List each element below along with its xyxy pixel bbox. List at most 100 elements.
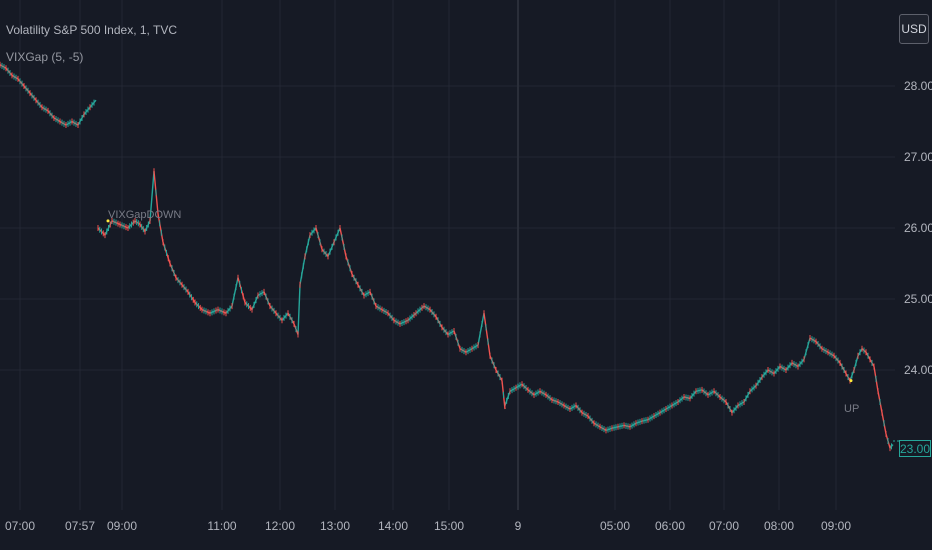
price-segment bbox=[459, 348, 467, 353]
price-segment bbox=[363, 291, 371, 297]
price-chart[interactable]: 28.00 27.00 26.00 25.00 24.00 07:00 07:57 09:0… bbox=[0, 0, 932, 550]
price-segment bbox=[605, 427, 613, 432]
price-segment bbox=[635, 420, 643, 424]
price-segment bbox=[304, 234, 311, 257]
price-segment bbox=[713, 390, 721, 398]
x-tick-label: 12:00 bbox=[265, 519, 295, 533]
price-segment bbox=[671, 401, 679, 407]
price-segment bbox=[17, 78, 25, 87]
price-segment bbox=[35, 99, 43, 108]
price-segment bbox=[441, 326, 449, 335]
price-segment bbox=[5, 67, 13, 76]
price-segment bbox=[321, 248, 329, 257]
price-segment bbox=[563, 404, 571, 410]
price-segment bbox=[689, 390, 697, 399]
symbol-title[interactable]: Volatility S&P 500 Index, 1, TVC bbox=[6, 23, 177, 37]
price-segment bbox=[677, 396, 685, 403]
price-segment bbox=[465, 348, 473, 353]
price-segment bbox=[521, 383, 529, 391]
last-price-label: 23.00 bbox=[899, 440, 931, 457]
price-segment bbox=[175, 277, 183, 286]
price-segment bbox=[53, 117, 61, 123]
price-segment bbox=[287, 312, 295, 325]
price-segment bbox=[749, 385, 757, 392]
price-segment bbox=[357, 284, 365, 296]
price-segment bbox=[435, 316, 443, 328]
price-segment bbox=[719, 396, 727, 403]
chart-grid bbox=[0, 0, 895, 510]
price-segment bbox=[587, 415, 595, 424]
price-segment bbox=[761, 369, 769, 378]
price-segment bbox=[483, 313, 491, 356]
y-tick-label: 24.00 bbox=[904, 363, 932, 377]
price-segment bbox=[575, 405, 583, 414]
price-segment bbox=[821, 348, 829, 353]
price-segment bbox=[815, 341, 823, 350]
price-segment bbox=[707, 390, 715, 396]
price-segment bbox=[231, 277, 239, 307]
price-segment bbox=[315, 227, 323, 250]
y-tick-label: 28.00 bbox=[904, 79, 932, 93]
price-segment bbox=[59, 120, 67, 126]
price-segment bbox=[309, 227, 317, 236]
x-tick-label: 07:00 bbox=[5, 519, 35, 533]
price-segment bbox=[809, 337, 817, 343]
x-tick-label: 11:00 bbox=[207, 519, 236, 533]
price-segment bbox=[429, 309, 437, 318]
price-segment bbox=[0, 64, 7, 69]
currency-button[interactable]: USD bbox=[899, 14, 929, 44]
price-segment bbox=[297, 284, 301, 335]
price-segment bbox=[701, 389, 709, 396]
price-segment bbox=[471, 344, 479, 350]
y-tick-label: 27.00 bbox=[904, 150, 932, 164]
indicator-title[interactable]: VIXGap (5, -5) bbox=[6, 50, 83, 64]
price-segment bbox=[527, 389, 535, 396]
price-segment bbox=[623, 424, 631, 428]
x-tick-label: 13:00 bbox=[320, 519, 350, 533]
price-segment bbox=[381, 309, 389, 314]
price-segment bbox=[743, 390, 751, 403]
price-segment bbox=[581, 411, 589, 417]
price-segment bbox=[539, 390, 547, 396]
price-segment bbox=[611, 426, 619, 429]
time-axis[interactable]: 07:00 07:57 09:00 11:00 12:00 13:00 14:00 15:00… bbox=[5, 519, 851, 533]
price-axis[interactable]: 28.00 27.00 26.00 25.00 24.00 bbox=[904, 79, 932, 377]
price-segment bbox=[134, 220, 141, 226]
price-segment bbox=[509, 387, 517, 392]
price-segment bbox=[533, 390, 541, 396]
x-tick-label: 14:00 bbox=[378, 519, 408, 533]
x-tick-label: 07:57 bbox=[65, 519, 95, 533]
price-segment bbox=[695, 389, 703, 392]
price-segment bbox=[495, 369, 503, 381]
price-segment bbox=[731, 405, 739, 414]
price-segment bbox=[755, 376, 763, 387]
price-segment bbox=[665, 404, 673, 410]
price-segment bbox=[23, 85, 31, 94]
price-segment bbox=[281, 312, 289, 321]
price-segment bbox=[225, 305, 233, 314]
price-segment bbox=[785, 362, 793, 371]
price-segment bbox=[169, 263, 177, 278]
price-segment bbox=[47, 110, 55, 119]
price-segment bbox=[375, 305, 383, 311]
price-segment bbox=[144, 220, 151, 232]
y-tick-label: 26.00 bbox=[904, 221, 932, 235]
x-tick-label: 9 bbox=[515, 519, 522, 533]
price-segment bbox=[89, 99, 97, 108]
x-tick-label: 09:00 bbox=[107, 519, 137, 533]
price-segment bbox=[393, 319, 401, 325]
price-segment bbox=[77, 114, 85, 126]
gap-down-marker: VIXGapDOWN bbox=[108, 209, 182, 221]
x-tick-label: 15:00 bbox=[434, 519, 464, 533]
x-tick-label: 06:00 bbox=[655, 519, 685, 533]
price-segment bbox=[423, 305, 431, 311]
price-segment bbox=[65, 120, 73, 126]
price-segment bbox=[767, 369, 775, 375]
price-segment bbox=[41, 106, 49, 112]
price-segment bbox=[71, 120, 79, 126]
price-segment bbox=[683, 396, 691, 400]
price-segment bbox=[275, 312, 283, 321]
price-segment bbox=[551, 399, 559, 403]
price-segment bbox=[269, 305, 277, 314]
price-segment bbox=[641, 419, 649, 422]
